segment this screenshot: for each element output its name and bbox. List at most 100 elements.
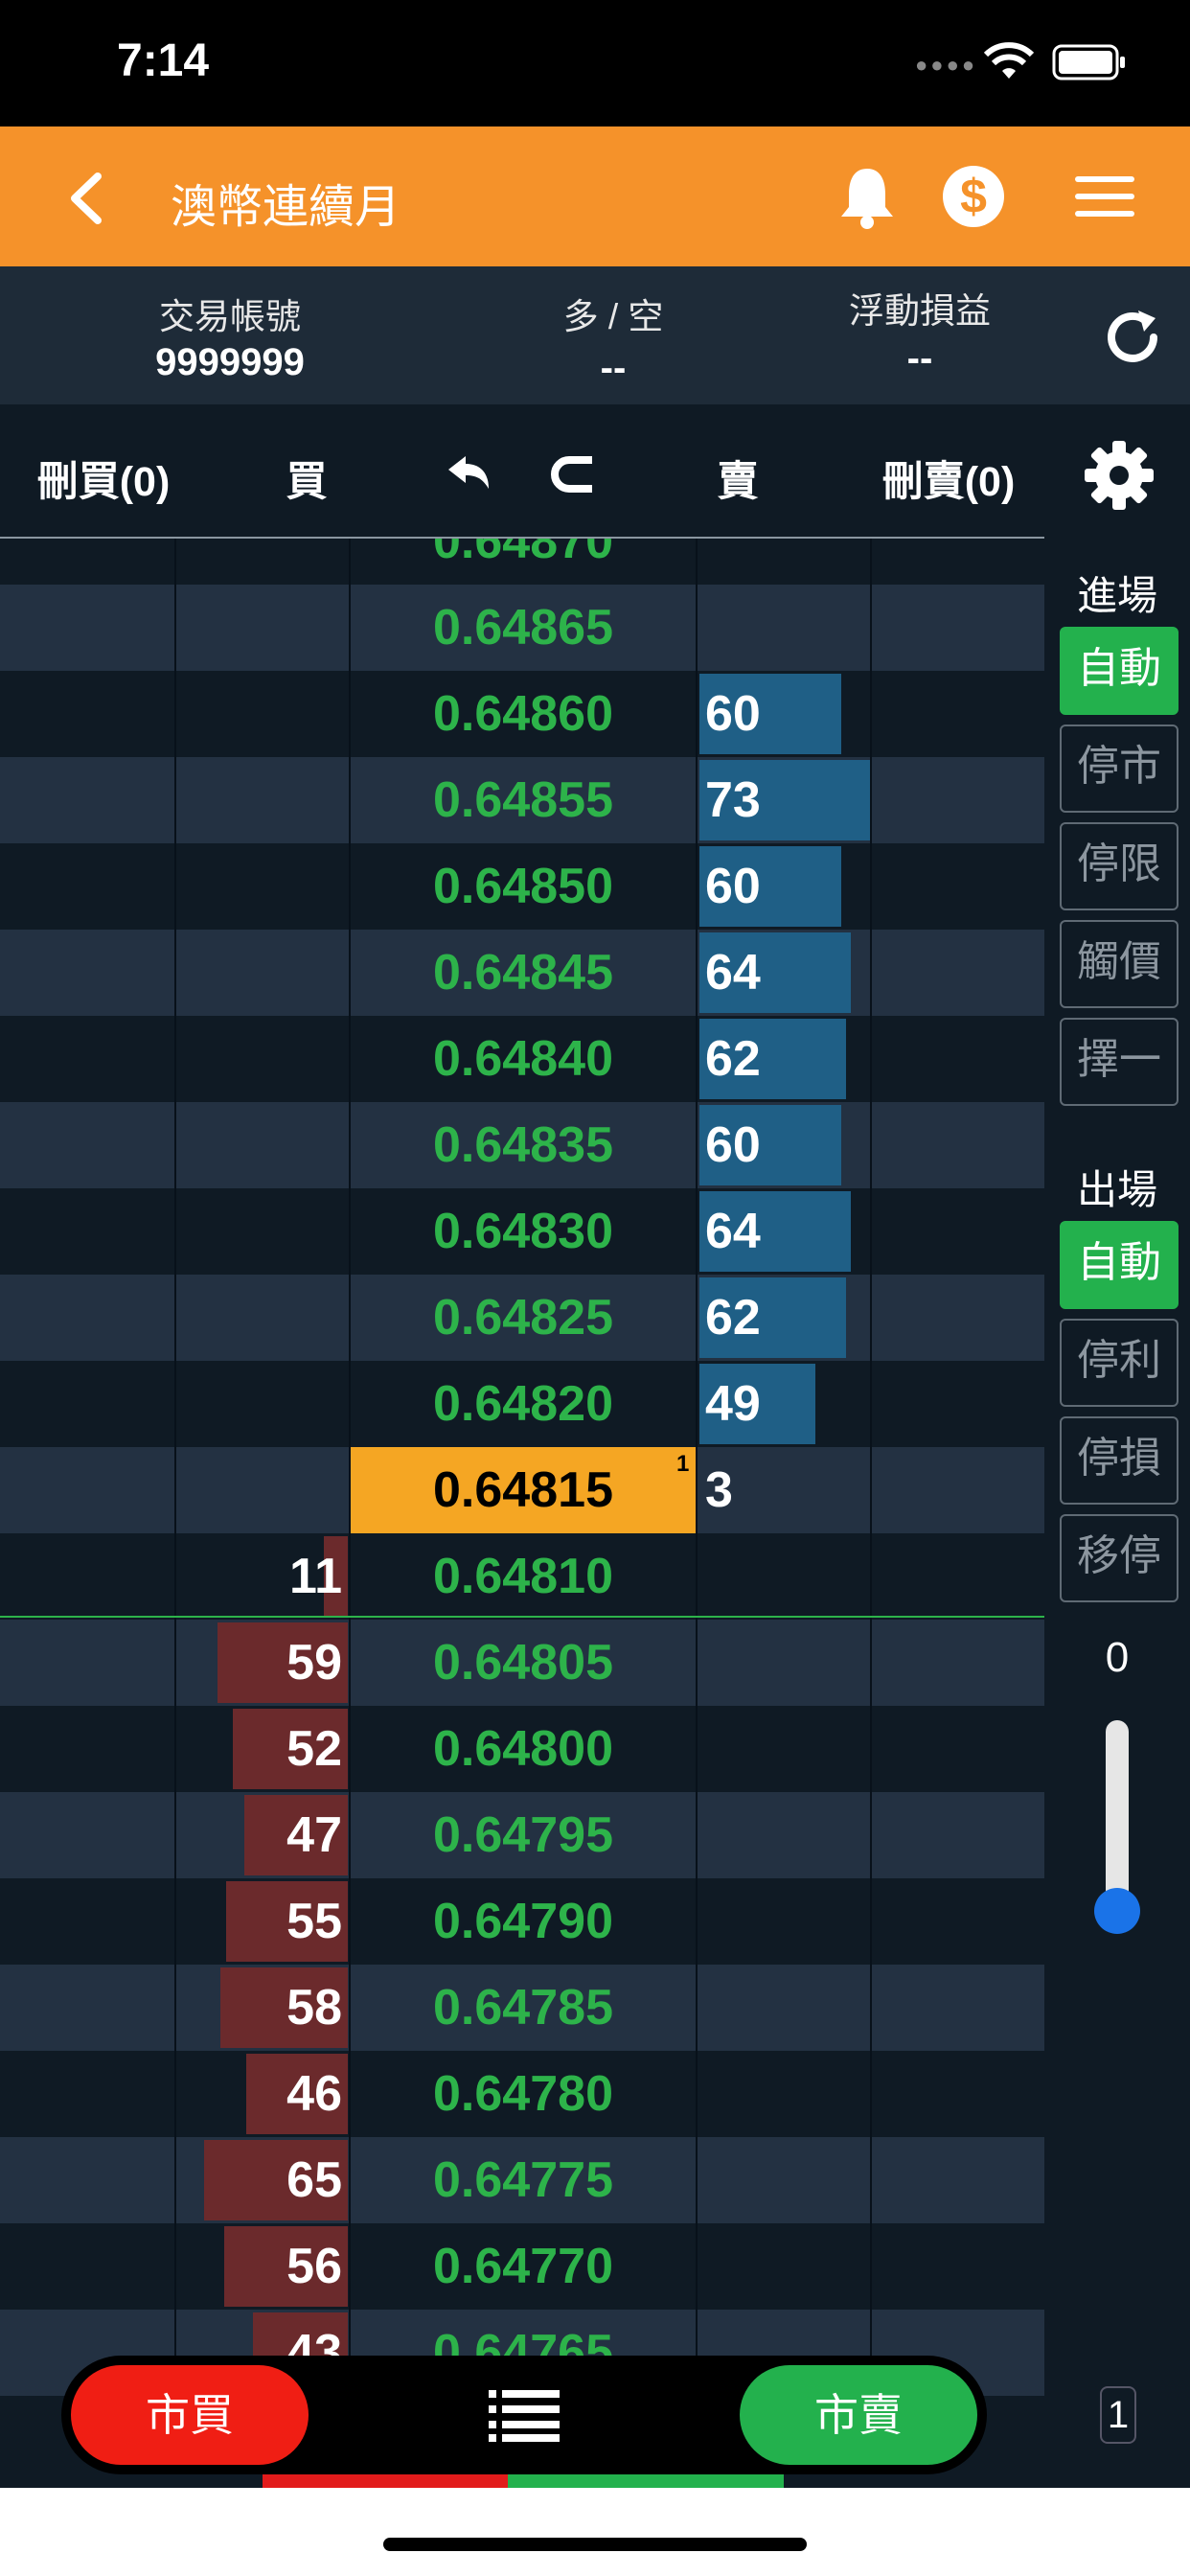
price-cell[interactable]: 0.64810 [351,1533,696,1620]
bid-ask-divider [0,1616,1044,1618]
entry-type-button[interactable]: 擇一 [1060,1018,1179,1106]
column-divider [696,539,698,2474]
order-type-panel: 進場 自動 停市 停限 觸價 擇一 出場 自動 停利 停損 移停 0 1 [1044,537,1190,2474]
slider-value: 0 [1105,1634,1130,1681]
price-cell[interactable]: 0.64805 [351,1620,696,1706]
entry-type-button[interactable]: 停市 [1060,724,1179,813]
exit-type-button[interactable]: 停利 [1060,1319,1179,1407]
ladder-row: 0.64830 64 [0,1188,1044,1275]
ladder-row: 0.64870 [0,539,1044,585]
magnet-icon[interactable] [544,450,598,498]
price-cell[interactable]: 0.64790 [351,1878,696,1965]
ladder-row: 11 0.64810 [0,1533,1044,1620]
bid-cell[interactable]: 47 [286,1792,342,1878]
app-bar: 澳幣連續月 $ [0,126,1190,266]
entry-section-label: 進場 [1076,573,1157,618]
price-cell[interactable]: 0.64845 [351,930,696,1016]
ask-cell[interactable]: 62 [705,1016,761,1102]
buy-ratio-bar [263,2474,508,2488]
entry-type-button[interactable]: 自動 [1060,627,1179,715]
back-arrow-icon[interactable] [57,165,115,232]
price-cell[interactable]: 0.64830 [351,1188,696,1275]
column-divider [349,539,351,2474]
ask-cell[interactable]: 3 [705,1447,733,1533]
delete-buy-button[interactable]: 刪買(0) [0,448,207,508]
bell-icon[interactable] [835,163,899,230]
bid-cell[interactable]: 46 [286,2051,342,2137]
bid-cell[interactable]: 59 [286,1620,342,1706]
bid-cell[interactable]: 52 [286,1706,342,1792]
column-divider [870,539,872,2474]
ask-cell[interactable]: 60 [705,1102,761,1188]
ladder-row: 58 0.64785 [0,1965,1044,2051]
ladder-column-headers: 刪買(0) 買 賣 刪賣(0) [0,404,1190,539]
ask-cell[interactable]: 64 [705,930,761,1016]
exit-type-button[interactable]: 停損 [1060,1416,1179,1505]
ladder-row: 0.64850 60 [0,843,1044,930]
refresh-icon[interactable] [1100,305,1165,370]
price-cell[interactable]: 0.64825 [351,1275,696,1361]
entry-type-button[interactable]: 觸價 [1060,920,1179,1008]
ask-cell[interactable]: 60 [705,671,761,757]
position-value: -- [600,347,627,389]
ask-cell[interactable]: 49 [705,1361,761,1447]
ladder-row: 0.64825 62 [0,1275,1044,1361]
column-divider [174,539,176,2474]
price-cell[interactable]: 0.64775 [351,2137,696,2223]
page-indicator[interactable]: 1 [1100,2386,1136,2444]
price-cell[interactable]: 0.64870 [351,539,696,585]
exit-type-button[interactable]: 自動 [1060,1221,1179,1309]
ask-cell[interactable]: 64 [705,1188,761,1275]
price-cell[interactable]: 0.64855 [351,757,696,843]
account-number: 9999999 [155,341,305,383]
wifi-icon [983,42,1035,79]
market-buy-button[interactable]: 市買 [71,2365,309,2465]
bid-cell[interactable]: 55 [286,1878,342,1965]
ladder-row: 0.64815 1 3 [0,1447,1044,1533]
undo-icon[interactable] [445,452,494,494]
price-cell[interactable]: 0.64860 [351,671,696,757]
delete-sell-button[interactable]: 刪賣(0) [843,448,1054,508]
bid-cell[interactable]: 65 [286,2137,342,2223]
ladder-row: 0.64860 60 [0,671,1044,757]
entry-type-button[interactable]: 停限 [1060,822,1179,910]
price-cell[interactable]: 0.64850 [351,843,696,930]
home-indicator[interactable] [383,2538,807,2551]
dollar-icon[interactable]: $ [942,163,1005,230]
ladder-row: 55 0.64790 [0,1878,1044,1965]
price-cell[interactable]: 0.64785 [351,1965,696,2051]
price-cell[interactable]: 0.64865 [351,585,696,671]
hamburger-menu-icon[interactable] [1075,172,1134,220]
exit-section-label: 出場 [1076,1167,1157,1212]
bid-cell[interactable]: 58 [286,1965,342,2051]
exit-type-button[interactable]: 移停 [1060,1514,1179,1602]
bid-cell[interactable]: 11 [289,1533,342,1620]
price-cell[interactable]: 0.64800 [351,1706,696,1792]
svg-text:$: $ [960,170,987,223]
price-cell[interactable]: 0.64780 [351,2051,696,2137]
price-cell[interactable]: 0.64770 [351,2223,696,2310]
list-icon[interactable] [489,2386,560,2444]
status-bar: 7:14 ●●●● [0,0,1190,126]
market-sell-button[interactable]: 市賣 [740,2365,977,2465]
price-cell[interactable]: 0.64840 [351,1016,696,1102]
floating-pnl-label: 浮動損益 [849,291,991,331]
quantity-slider-handle[interactable] [1094,1888,1140,1934]
last-price-cell[interactable]: 0.64815 [351,1447,696,1533]
ladder-row: 0.64865 [0,585,1044,671]
settings-gear-icon[interactable] [1083,439,1156,512]
ask-cell[interactable]: 73 [705,757,761,843]
bid-cell[interactable]: 56 [286,2223,342,2310]
ladder-row: 0.64855 73 [0,757,1044,843]
price-cell[interactable]: 0.64835 [351,1102,696,1188]
price-cell[interactable]: 0.64820 [351,1361,696,1447]
ask-cell[interactable]: 62 [705,1275,761,1361]
ladder-row: 52 0.64800 [0,1706,1044,1792]
price-cell[interactable]: 0.64795 [351,1792,696,1878]
price-ladder: 0.64870 0.64865 0.64860 60 0.64855 73 0.64850 6… [0,537,1044,2474]
ladder-row: 65 0.64775 [0,2137,1044,2223]
quantity-slider-track[interactable] [1106,1720,1129,1912]
ask-cell[interactable]: 60 [705,843,761,930]
signal-dots-icon: ●●●● [915,53,978,77]
position-label: 多 / 空 [562,297,664,336]
